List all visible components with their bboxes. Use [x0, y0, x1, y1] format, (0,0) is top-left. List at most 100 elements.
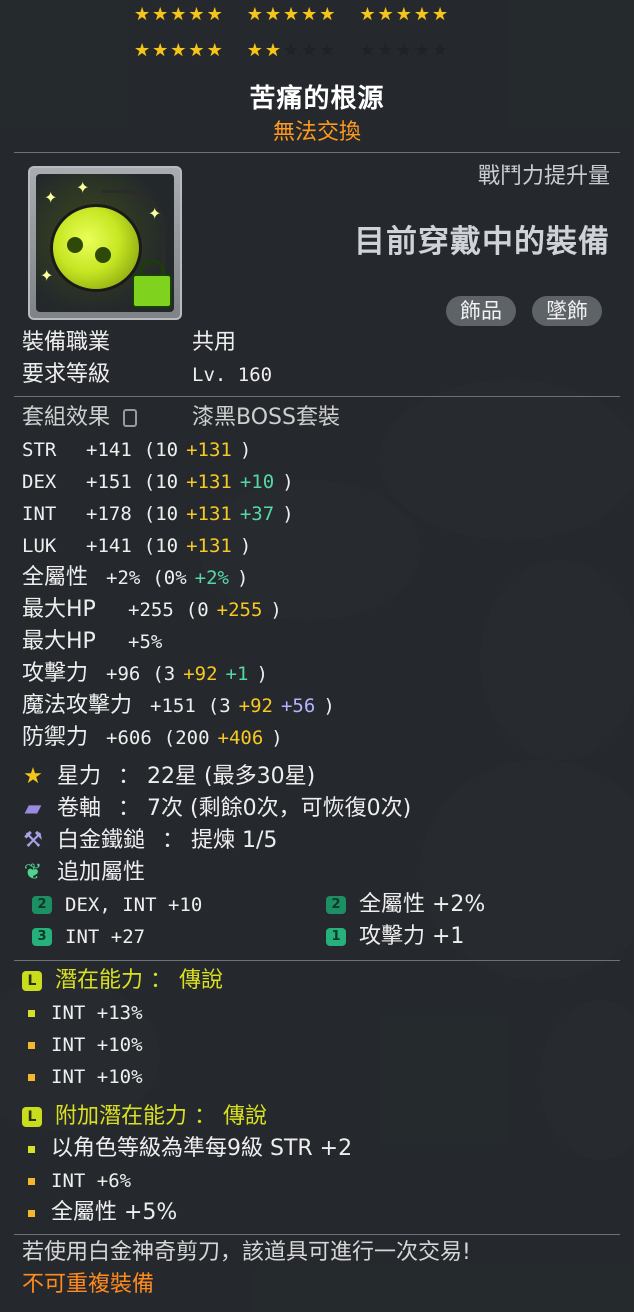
star-filled-icon: ★: [170, 4, 187, 25]
stat-total: +96: [106, 663, 141, 685]
trade-status: 無法交換: [272, 120, 361, 145]
star-filled-icon: ★: [134, 4, 151, 25]
item-tooltip: ★ ★ ★ ★ ★ ★ ★ ★ ★ ★ ★ ★ ★ ★ ★ ★ ★ ★ ★ ★ ★ ★ ★ ★ ★ ★ ★ ★ ★ ★ 苦痛的根…: [0, 0, 634, 1312]
level-label: 要求等級: [22, 362, 111, 387]
stat-total: +255: [128, 599, 174, 621]
star-empty-icon: ★: [395, 40, 412, 61]
stat-total: +151: [150, 695, 196, 717]
unique-equip-note: 不可重複裝備: [22, 1272, 155, 1297]
extra-stats-label: 追加屬性: [57, 860, 146, 885]
extra-stat-item: 1 攻擊力 +1: [326, 922, 464, 952]
starforce-value: ： 22星 (最多30星): [118, 764, 316, 789]
stat-total: +151: [86, 471, 132, 493]
star-empty-icon: ★: [431, 40, 449, 61]
stat-close: ): [270, 599, 282, 621]
stat-value: +141 (10 +131): [86, 531, 251, 561]
job-value: 共用: [192, 330, 237, 355]
stat-row: 最大HP +5%: [22, 627, 162, 657]
stat-row: 魔法攻擊力 +151 (3 +92 +56): [22, 691, 335, 721]
stat-value: +2% (0% +2%): [106, 563, 248, 593]
extra-stat-text: DEX, INT +10: [65, 894, 203, 916]
star-filled-icon: ★: [206, 40, 223, 61]
tier-badge: 3: [32, 928, 52, 946]
stat-value: +151 (10 +131 +10): [86, 467, 294, 497]
item-name: 苦痛的根源: [249, 84, 385, 114]
subcategory-tag: 墜飾: [532, 296, 602, 326]
stat-name: INT: [22, 503, 57, 525]
stat-close: ): [271, 727, 283, 749]
star-empty-icon: ★: [413, 40, 430, 61]
star-filled-icon: ★: [134, 40, 151, 61]
stat-row: 最大HP +255 (0 +255): [22, 595, 282, 625]
stat-total: +141: [86, 439, 132, 461]
stat-flame: +10: [239, 471, 275, 493]
currently-equipped-label: 目前穿戴中的裝備: [354, 224, 610, 260]
star-filled-icon: ★: [246, 40, 263, 61]
star-filled-icon: ★: [246, 4, 263, 25]
scroll-label: 卷軸: [57, 796, 102, 821]
stat-name: 最大HP: [22, 597, 96, 622]
star-group: ★ ★ ★ ★ ★: [134, 42, 223, 60]
set-label: 套組效果: [22, 405, 111, 430]
stat-close: ): [236, 567, 249, 589]
star-filled-icon: ★: [413, 4, 430, 25]
stat-base: (10: [143, 503, 179, 525]
star-filled-icon: ★: [188, 4, 205, 25]
star-empty-icon: ★: [319, 40, 336, 61]
stat-total: +5%: [128, 631, 163, 653]
stat-base: (3: [207, 695, 231, 717]
scroll-icon: ▰: [24, 796, 42, 821]
stat-total: +178: [86, 503, 132, 525]
hammer-label: 白金鐵鎚: [57, 828, 146, 853]
stat-base: (10: [143, 535, 179, 557]
hammer-row: ⚒ 白金鐵鎚 ： 提煉 1/5: [22, 826, 277, 856]
item-icon-frame: ✦ ✦ ✦ ✦: [28, 166, 182, 320]
stat-name: 魔法攻擊力: [22, 693, 133, 718]
stat-base: (10: [143, 439, 179, 461]
stat-enhance: +131: [186, 439, 232, 461]
stat-enhance: +92: [183, 663, 218, 685]
star-filled-icon: ★: [301, 4, 318, 25]
category-tag: 飾品: [446, 296, 516, 326]
stat-flame: +56: [280, 695, 316, 717]
star-filled-icon: ★: [170, 40, 187, 61]
potential-title: 潛在能力 ： 傳說: [55, 968, 223, 993]
combat-power-label: 戰鬥力提升量: [477, 164, 610, 189]
stat-close: ): [323, 695, 335, 717]
stat-value: +5%: [128, 627, 174, 657]
legendary-badge: L: [22, 1107, 42, 1127]
stat-total: +2%: [106, 567, 141, 589]
star-filled-icon: ★: [395, 4, 412, 25]
star-filled-icon: ★: [359, 4, 376, 25]
stat-row: 全屬性 +2% (0% +2%): [22, 563, 248, 593]
stat-value: +606 (200 +406): [106, 723, 283, 753]
extra-stats-row: ❦ 追加屬性: [22, 858, 145, 888]
stat-flame: +1: [225, 663, 249, 685]
bonus-potential-line: INT +6%: [22, 1166, 131, 1196]
lock-icon: [132, 274, 172, 308]
level-value: Lv. 160: [192, 364, 273, 386]
stat-close: ): [282, 471, 294, 493]
stat-total: +606: [106, 727, 152, 749]
tier-badge: 2: [32, 896, 52, 914]
star-filled-icon: ★: [206, 4, 223, 25]
extra-stat-text: 全屬性 +2%: [359, 892, 486, 917]
extra-stat-item: 3 INT +27: [32, 922, 145, 952]
legendary-badge: L: [22, 971, 42, 991]
stat-base: (3: [152, 663, 176, 685]
potential-line: INT +13%: [22, 998, 143, 1028]
star-group: ★ ★ ★ ★ ★: [247, 42, 336, 60]
bonus-potential-line: 全屬性 +5%: [22, 1198, 177, 1228]
stat-base: (0: [185, 599, 209, 621]
star-row-1: ★ ★ ★ ★ ★ ★ ★ ★ ★ ★ ★ ★ ★ ★ ★: [134, 6, 448, 24]
stat-enhance: +406: [217, 727, 264, 749]
stat-enhance: +131: [186, 535, 232, 557]
stat-total: +141: [86, 535, 132, 557]
stat-close: ): [239, 535, 252, 557]
yellow-green-pendant-icon: ✦ ✦ ✦ ✦: [36, 174, 174, 312]
extra-stat-text: INT +27: [65, 926, 146, 948]
extra-stat-item: 2 全屬性 +2%: [326, 890, 485, 920]
stat-flame: +37: [239, 503, 275, 525]
scroll-row: ▰ 卷軸 ： 7次 (剩餘0次，可恢復0次): [22, 794, 412, 824]
star-filled-icon: ★: [152, 4, 169, 25]
